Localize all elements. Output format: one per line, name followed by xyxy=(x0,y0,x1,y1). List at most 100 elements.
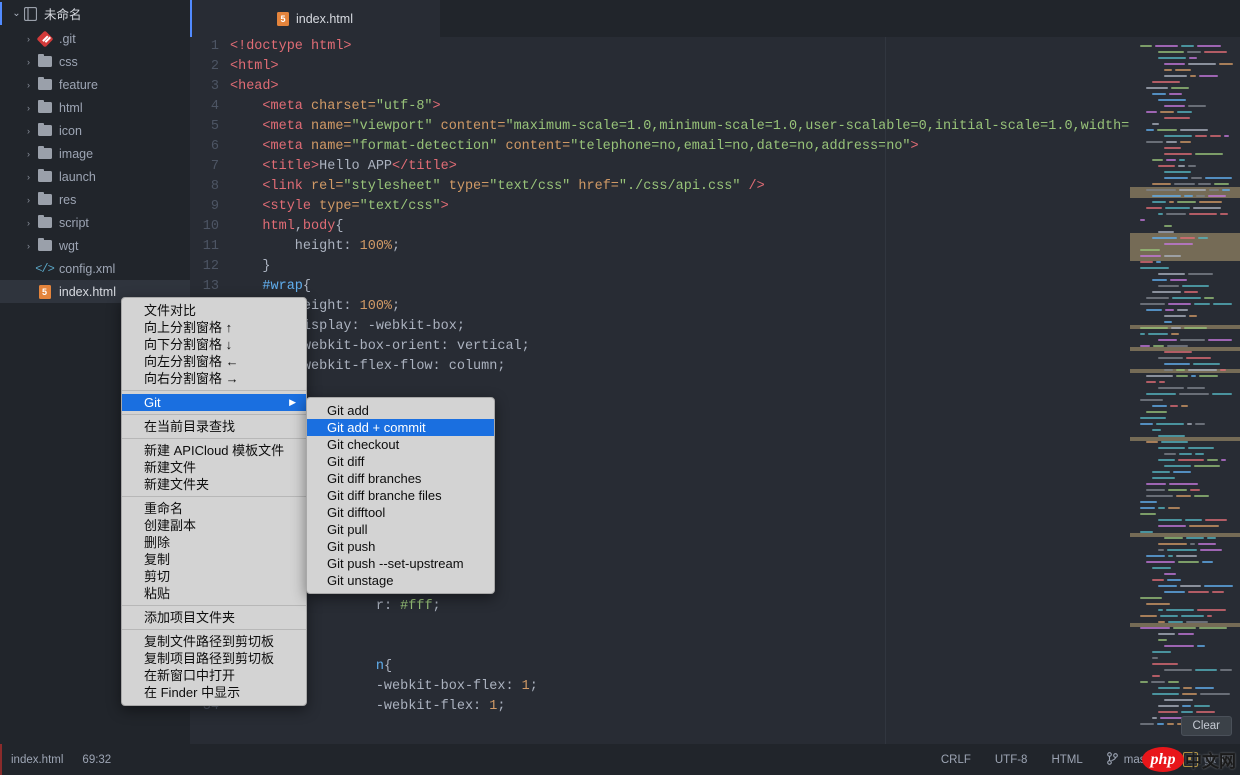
chevron-right-icon[interactable]: › xyxy=(22,195,35,205)
submenu-item-label: Git diff branche files xyxy=(327,487,442,504)
tab-index-html[interactable]: 5 index.html xyxy=(190,0,440,37)
submenu-item-label: Git add + commit xyxy=(327,419,426,436)
code-line: 8 <link rel="stylesheet" type="text/css"… xyxy=(190,177,1240,197)
menu-item-new-apicloud-template-file[interactable]: 新建 APICloud 模板文件 xyxy=(122,442,306,459)
status-line-ending[interactable]: CRLF xyxy=(941,754,971,766)
tree-item-label: wgt xyxy=(59,239,78,253)
chevron-right-icon[interactable]: › xyxy=(22,80,35,90)
minimap-code-line xyxy=(1224,135,1229,137)
chevron-down-icon[interactable]: ⌄ xyxy=(10,8,23,19)
menu-item-copy[interactable]: 复制 xyxy=(122,551,306,568)
submenu-item-git-checkout[interactable]: Git checkout xyxy=(307,436,494,453)
menu-item-label: 在当前目录查找 xyxy=(144,418,235,435)
tree-item-config-xml[interactable]: </>config.xml xyxy=(0,257,190,280)
menu-item-new-file[interactable]: 新建文件 xyxy=(122,459,306,476)
submenu-item-git-diff-branche-files[interactable]: Git diff branche files xyxy=(307,487,494,504)
git-submenu[interactable]: Git addGit add + commitGit checkoutGit d… xyxy=(306,397,495,594)
status-file-name[interactable]: index.html xyxy=(11,754,63,766)
minimap-code-line xyxy=(1158,165,1175,167)
submenu-item-git-add-commit[interactable]: Git add + commit xyxy=(307,419,494,436)
minimap-code-line xyxy=(1140,681,1148,683)
status-grammar[interactable]: HTML xyxy=(1051,754,1082,766)
submenu-item-git-difftool[interactable]: Git difftool xyxy=(307,504,494,521)
menu-item-split-pane-left[interactable]: 向左分割窗格 ← xyxy=(122,353,306,370)
minimap-code-line xyxy=(1140,723,1154,725)
submenu-item-git-add[interactable]: Git add xyxy=(307,402,494,419)
chevron-right-icon[interactable]: › xyxy=(22,241,35,251)
minimap-code-line xyxy=(1222,189,1230,191)
chevron-right-icon[interactable]: › xyxy=(22,57,35,67)
minimap-code-line xyxy=(1174,183,1195,185)
tree-item-script[interactable]: ›script xyxy=(0,211,190,234)
minimap-code-line xyxy=(1146,441,1158,443)
menu-item-rename[interactable]: 重命名 xyxy=(122,500,306,517)
tree-item-icon[interactable]: ›icon xyxy=(0,119,190,142)
chevron-right-icon[interactable]: › xyxy=(22,103,35,113)
menu-item-split-pane-up[interactable]: 向上分割窗格 ↑ xyxy=(122,319,306,336)
chevron-right-icon[interactable]: › xyxy=(22,149,35,159)
tab-bar[interactable]: 5 index.html xyxy=(190,0,1240,37)
menu-item-duplicate[interactable]: 创建副本 xyxy=(122,517,306,534)
menu-item-open-in-new-window[interactable]: 在新窗口中打开 xyxy=(122,667,306,684)
status-git-branch[interactable]: master xyxy=(1107,752,1159,768)
menu-item-show-in-finder[interactable]: 在 Finder 中显示 xyxy=(122,684,306,701)
tree-item--git[interactable]: ›.git xyxy=(0,27,190,50)
status-encoding[interactable]: UTF-8 xyxy=(995,754,1028,766)
status-git-plus[interactable]: git + xyxy=(1183,752,1226,767)
menu-item-split-pane-right[interactable]: 向右分割窗格 → xyxy=(122,370,306,387)
chevron-right-icon[interactable]: › xyxy=(22,126,35,136)
menu-item-delete[interactable]: 删除 xyxy=(122,534,306,551)
project-root[interactable]: ⌄ 未命名 xyxy=(0,0,190,27)
submenu-item-git-pull[interactable]: Git pull xyxy=(307,521,494,538)
tree-item-image[interactable]: ›image xyxy=(0,142,190,165)
menu-item-add-project-folder[interactable]: 添加项目文件夹 xyxy=(122,609,306,626)
menu-item-new-folder[interactable]: 新建文件夹 xyxy=(122,476,306,493)
clear-console-button[interactable]: Clear xyxy=(1181,716,1232,736)
code-line: 29 r: #fff; xyxy=(190,597,1240,617)
submenu-item-git-diff-branches[interactable]: Git diff branches xyxy=(307,470,494,487)
menu-item-paste[interactable]: 粘贴 xyxy=(122,585,306,602)
menu-item-file-compare[interactable]: 文件对比 xyxy=(122,302,306,319)
menu-item-copy-file-path[interactable]: 复制文件路径到剪切板 xyxy=(122,633,306,650)
submenu-item-git-diff[interactable]: Git diff xyxy=(307,453,494,470)
chevron-right-icon[interactable]: › xyxy=(22,172,35,182)
minimap-code-line xyxy=(1207,615,1212,617)
code-line: 4 <meta charset="utf-8"> xyxy=(190,97,1240,117)
tree-item-wgt[interactable]: › wgt xyxy=(0,234,190,257)
tree-item-feature[interactable]: ›feature xyxy=(0,73,190,96)
minimap-code-line xyxy=(1188,273,1213,275)
status-cursor-position[interactable]: 69:32 xyxy=(82,754,111,766)
submenu-item-git-unstage[interactable]: Git unstage xyxy=(307,572,494,589)
minimap-code-line xyxy=(1158,285,1179,287)
minimap-code-line xyxy=(1164,573,1176,575)
tree-item-html[interactable]: ›html xyxy=(0,96,190,119)
submenu-item-git-push-set-upstream[interactable]: Git push --set-upstream xyxy=(307,555,494,572)
tree-item-res[interactable]: ›res xyxy=(0,188,190,211)
menu-item-split-pane-down[interactable]: 向下分割窗格 ↓ xyxy=(122,336,306,353)
minimap-code-line xyxy=(1152,471,1170,473)
minimap-code-line xyxy=(1164,105,1185,107)
minimap-code-line xyxy=(1190,489,1200,491)
submenu-item-git-push[interactable]: Git push xyxy=(307,538,494,555)
minimap-code-line xyxy=(1164,315,1186,317)
code-line: 18 xyxy=(190,377,1240,397)
chevron-right-icon[interactable]: › xyxy=(22,34,35,44)
minimap[interactable] xyxy=(1130,37,1240,744)
minimap-code-line xyxy=(1196,711,1215,713)
menu-item-label: 在新窗口中打开 xyxy=(144,667,235,684)
menu-item-find-in-directory[interactable]: 在当前目录查找 xyxy=(122,418,306,435)
tree-item-launch[interactable]: ›launch xyxy=(0,165,190,188)
tree-item-css[interactable]: ›css xyxy=(0,50,190,73)
menu-item-git[interactable]: Git▶ xyxy=(122,394,306,411)
minimap-code-line xyxy=(1158,213,1163,215)
editor-text-area[interactable]: 1<!doctype html>2<html>3<head>4 <meta ch… xyxy=(190,37,1240,744)
menu-item-copy-project-path[interactable]: 复制项目路径到剪切板 xyxy=(122,650,306,667)
minimap-code-line xyxy=(1160,615,1178,617)
chevron-right-icon[interactable]: › xyxy=(22,218,35,228)
menu-item-cut[interactable]: 剪切 xyxy=(122,568,306,585)
menu-separator xyxy=(122,605,306,606)
context-menu[interactable]: 文件对比向上分割窗格 ↑向下分割窗格 ↓向左分割窗格 ←向右分割窗格 → Git▶… xyxy=(121,297,307,706)
code-line-text: <meta name="viewport" content="maximum-s… xyxy=(230,117,1129,137)
code-line: 12 } xyxy=(190,257,1240,277)
minimap-code-line xyxy=(1158,447,1185,449)
